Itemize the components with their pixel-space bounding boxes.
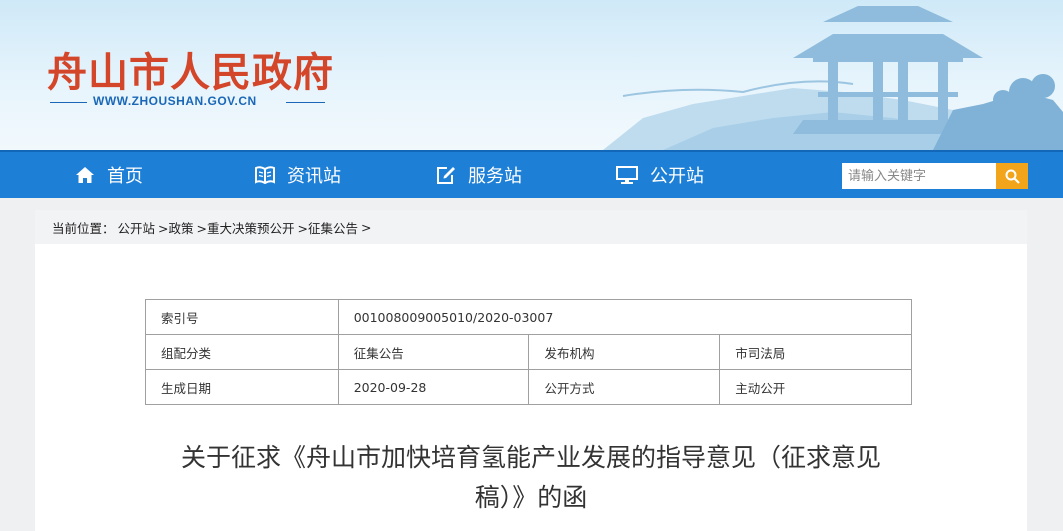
document-title-line2: 稿）》的函	[474, 483, 588, 512]
home-icon	[76, 167, 94, 183]
breadcrumb-prefix: 当前位置：	[52, 220, 115, 236]
header-banner: 舟山市人民政府 WWW.ZHOUSHAN.GOV.CN	[0, 0, 1063, 150]
search-icon	[1005, 169, 1020, 184]
search-button[interactable]	[996, 163, 1028, 189]
breadcrumb-item-major-decision[interactable]: >重大决策预公开	[197, 218, 295, 237]
nav-item-open[interactable]: 公开站	[616, 152, 704, 198]
disclosure-label: 公开方式	[528, 369, 721, 405]
table-row: 组配分类 征集公告 发布机构 市司法局	[145, 334, 912, 370]
main-nav: 首页 资讯站 服务站 公开站	[0, 150, 1063, 198]
breadcrumb-trailing-separator: >	[360, 219, 372, 235]
nav-item-news[interactable]: 资讯站	[255, 152, 341, 198]
nav-item-service[interactable]: 服务站	[436, 152, 522, 198]
category-value: 征集公告	[337, 334, 530, 370]
breadcrumb: 当前位置： 公开站 >政策 >重大决策预公开 >征集公告 >	[35, 210, 1027, 244]
date-value: 2020-09-28	[337, 369, 530, 405]
nav-label-service: 服务站	[468, 166, 522, 187]
breadcrumb-item-notice[interactable]: >征集公告	[298, 218, 358, 237]
document-title: 关于征求《舟山市加快培育氢能产业发展的指导意见（征求意见 稿）》的函	[35, 438, 1027, 518]
divider-line-right	[286, 102, 325, 103]
disclosure-value: 主动公开	[719, 369, 912, 405]
document-title-line1: 关于征求《舟山市加快培育氢能产业发展的指导意见（征求意见	[180, 443, 881, 472]
table-row: 生成日期 2020-09-28 公开方式 主动公开	[145, 369, 912, 405]
nav-label-news: 资讯站	[287, 166, 341, 187]
nav-item-home[interactable]: 首页	[75, 152, 143, 198]
pavilion-landscape-illustration	[603, 6, 1063, 150]
breadcrumb-item-policy[interactable]: >政策	[158, 218, 193, 237]
index-label: 索引号	[145, 299, 339, 335]
nav-label-home: 首页	[107, 166, 143, 187]
site-url: WWW.ZHOUSHAN.GOV.CN	[93, 94, 257, 108]
publisher-label: 发布机构	[528, 334, 721, 370]
site-title[interactable]: 舟山市人民政府	[47, 40, 334, 98]
site-url-wrap: WWW.ZHOUSHAN.GOV.CN	[50, 94, 325, 110]
table-row: 索引号 001008009005010/2020-03007	[145, 299, 913, 335]
nav-label-open: 公开站	[650, 166, 704, 187]
edit-icon	[437, 167, 455, 184]
monitor-icon	[616, 166, 638, 184]
book-icon	[255, 166, 275, 184]
date-label: 生成日期	[145, 369, 339, 405]
search-input[interactable]	[842, 163, 996, 189]
divider-line-left	[50, 102, 87, 103]
publisher-value: 市司法局	[719, 334, 912, 370]
category-label: 组配分类	[145, 334, 339, 370]
document-meta-table: 索引号 001008009005010/2020-03007 组配分类 征集公告…	[145, 299, 913, 405]
index-value: 001008009005010/2020-03007	[337, 299, 913, 335]
content-panel: 索引号 001008009005010/2020-03007 组配分类 征集公告…	[35, 244, 1027, 531]
breadcrumb-item-open[interactable]: 公开站	[118, 218, 156, 237]
